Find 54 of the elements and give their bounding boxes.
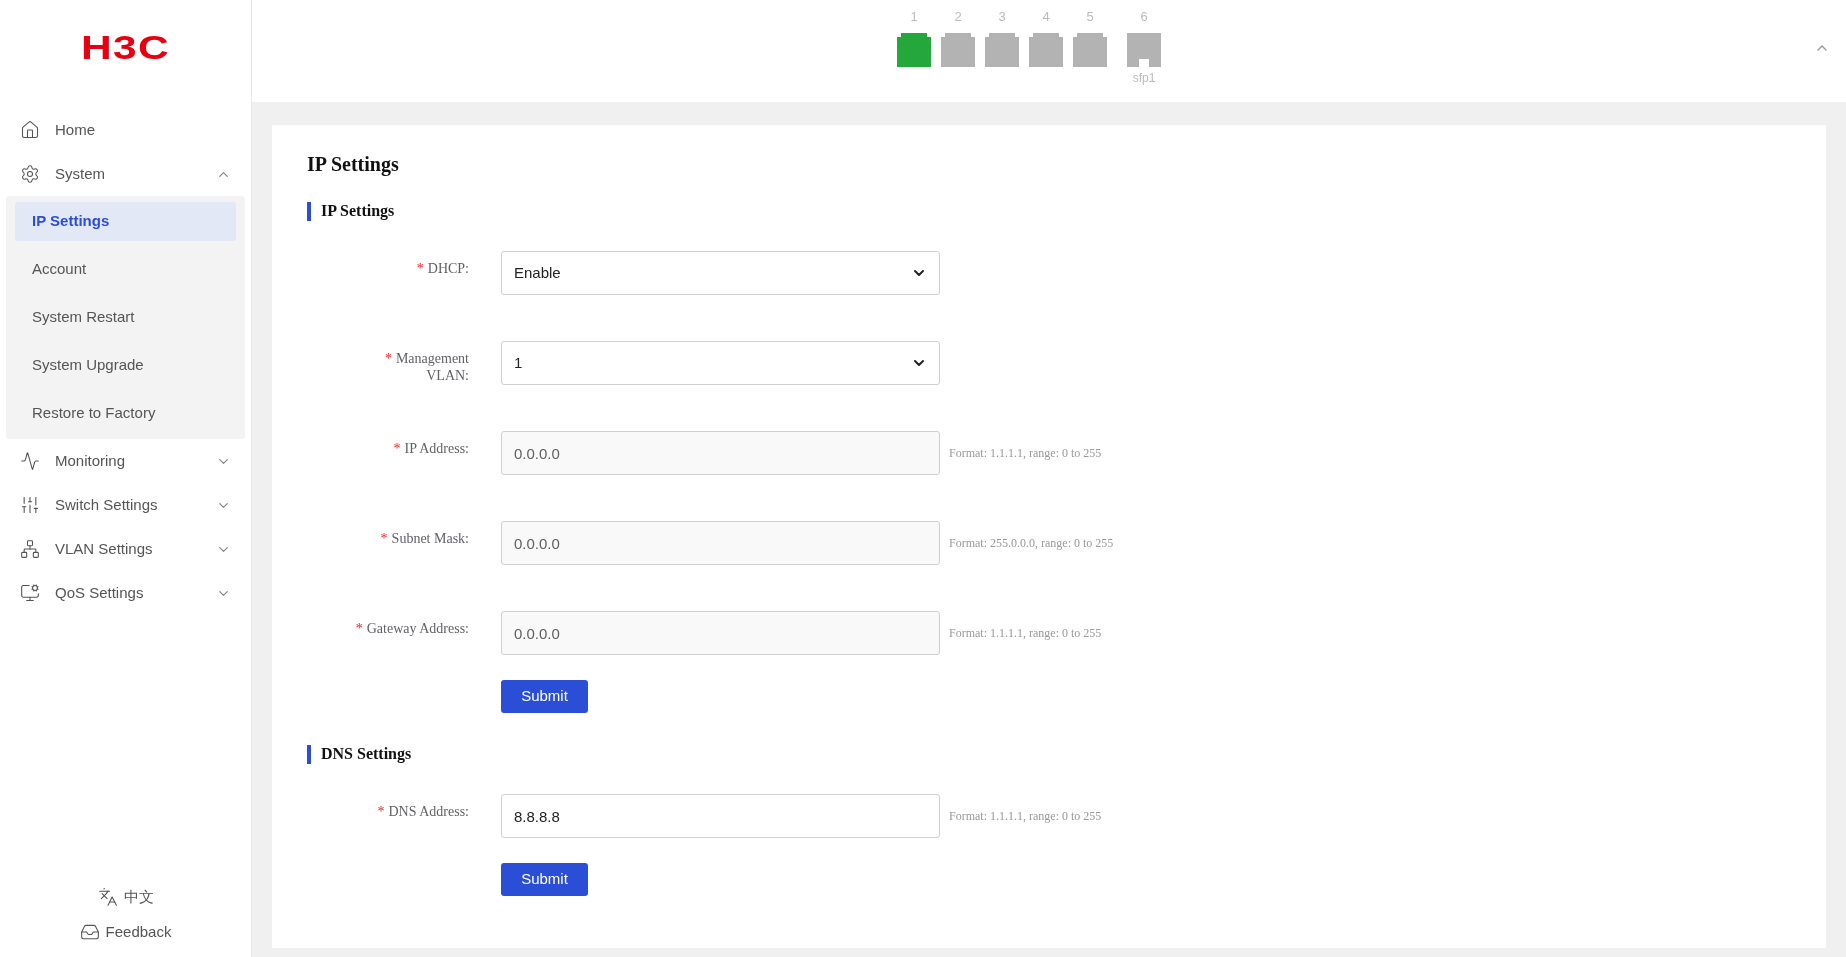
field-label: * Subnet Mask: bbox=[379, 530, 469, 547]
submit-button[interactable]: Submit bbox=[501, 680, 588, 713]
input-field[interactable]: 8.8.8.8 bbox=[501, 794, 940, 838]
format-hint: Format: 1.1.1.1, range: 0 to 255 bbox=[949, 445, 1102, 462]
network-icon bbox=[20, 539, 40, 559]
translate-icon bbox=[97, 887, 118, 908]
port-number: 4 bbox=[1042, 8, 1050, 26]
page-title: IP Settings bbox=[307, 152, 400, 177]
home-icon bbox=[20, 120, 40, 140]
language-button[interactable]: 中文 bbox=[97, 886, 154, 909]
ethernet-port-icon[interactable] bbox=[1029, 33, 1063, 67]
port-number: 2 bbox=[954, 8, 962, 26]
submit-button[interactable]: Submit bbox=[501, 863, 588, 896]
dropdown-field[interactable]: 1 bbox=[501, 341, 940, 385]
port-number: 6 bbox=[1140, 8, 1148, 26]
nav-item[interactable]: VLAN Settings bbox=[0, 527, 251, 571]
field-label: * IP Address: bbox=[392, 440, 469, 457]
submenu-item[interactable]: Account bbox=[15, 250, 236, 289]
dropdown-field[interactable]: Enable bbox=[501, 251, 940, 295]
section-heading: IP Settings bbox=[321, 201, 395, 222]
format-hint: Format: 1.1.1.1, range: 0 to 255 bbox=[949, 625, 1102, 642]
format-hint: Format: 1.1.1.1, range: 0 to 255 bbox=[949, 808, 1102, 825]
nav-item[interactable]: Home bbox=[0, 108, 251, 152]
field-label: * DNS Address: bbox=[376, 803, 469, 820]
submenu-item[interactable]: System Upgrade bbox=[15, 346, 236, 385]
ethernet-port-icon[interactable] bbox=[897, 33, 931, 67]
feedback-button[interactable]: Feedback bbox=[79, 920, 172, 943]
section-heading: DNS Settings bbox=[321, 744, 412, 765]
port-number: 5 bbox=[1086, 8, 1094, 26]
format-hint: Format: 255.0.0.0, range: 0 to 255 bbox=[949, 535, 1114, 552]
monitor-gear-icon bbox=[20, 583, 40, 603]
ethernet-port-icon[interactable] bbox=[985, 33, 1019, 67]
ethernet-port-icon[interactable] bbox=[1127, 33, 1161, 67]
port-number: 1 bbox=[910, 8, 918, 26]
section-marker bbox=[307, 201, 311, 221]
port-number: 3 bbox=[998, 8, 1006, 26]
section-marker bbox=[307, 744, 311, 764]
field-label: * Management VLAN: bbox=[383, 350, 469, 384]
submenu-item[interactable]: System Restart bbox=[15, 298, 236, 337]
field-label: * DHCP: bbox=[415, 260, 469, 277]
settings-icon bbox=[20, 164, 40, 184]
submenu-item[interactable]: IP Settings bbox=[15, 202, 236, 241]
ethernet-port-icon[interactable] bbox=[1073, 33, 1107, 67]
pulse-chart-icon bbox=[20, 451, 40, 471]
submenu-item[interactable]: Restore to Factory bbox=[15, 394, 236, 433]
nav-item[interactable]: Monitoring bbox=[0, 439, 251, 483]
ethernet-port-icon[interactable] bbox=[941, 33, 975, 67]
field-label: * Gateway Address: bbox=[354, 620, 469, 637]
nav-item[interactable]: System bbox=[0, 152, 251, 196]
nav-item[interactable]: Switch Settings bbox=[0, 483, 251, 527]
logo[interactable]: H3C bbox=[81, 21, 170, 73]
nav-item[interactable]: QoS Settings bbox=[0, 571, 251, 615]
port-label: sfp1 bbox=[1132, 70, 1156, 87]
sliders-icon bbox=[20, 495, 40, 515]
